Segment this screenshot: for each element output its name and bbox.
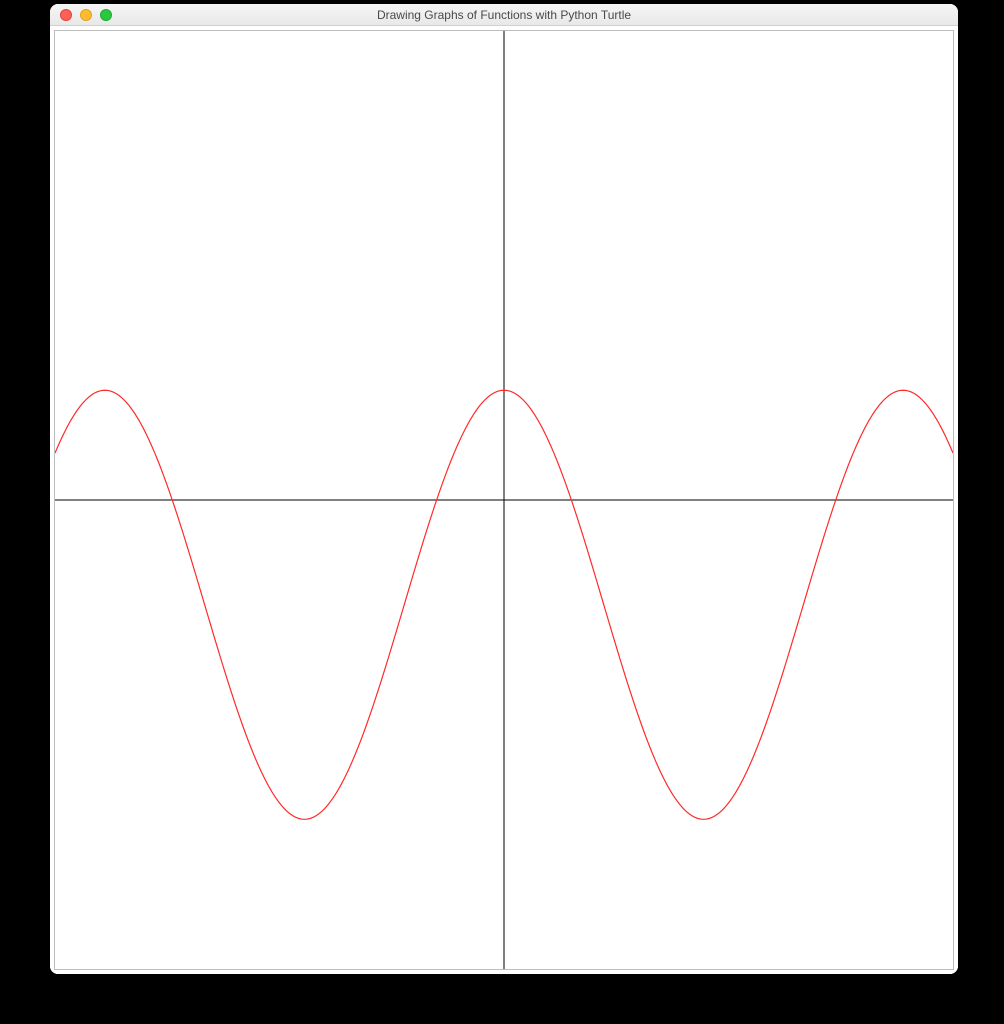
window-title: Drawing Graphs of Functions with Python … — [50, 4, 958, 26]
traffic-lights — [50, 4, 112, 25]
turtle-canvas — [54, 30, 954, 970]
close-icon[interactable] — [60, 9, 72, 21]
titlebar[interactable]: Drawing Graphs of Functions with Python … — [50, 4, 958, 26]
app-window: Drawing Graphs of Functions with Python … — [50, 4, 958, 974]
plot-svg — [55, 31, 953, 969]
canvas-container — [50, 26, 958, 974]
maximize-icon[interactable] — [100, 9, 112, 21]
minimize-icon[interactable] — [80, 9, 92, 21]
